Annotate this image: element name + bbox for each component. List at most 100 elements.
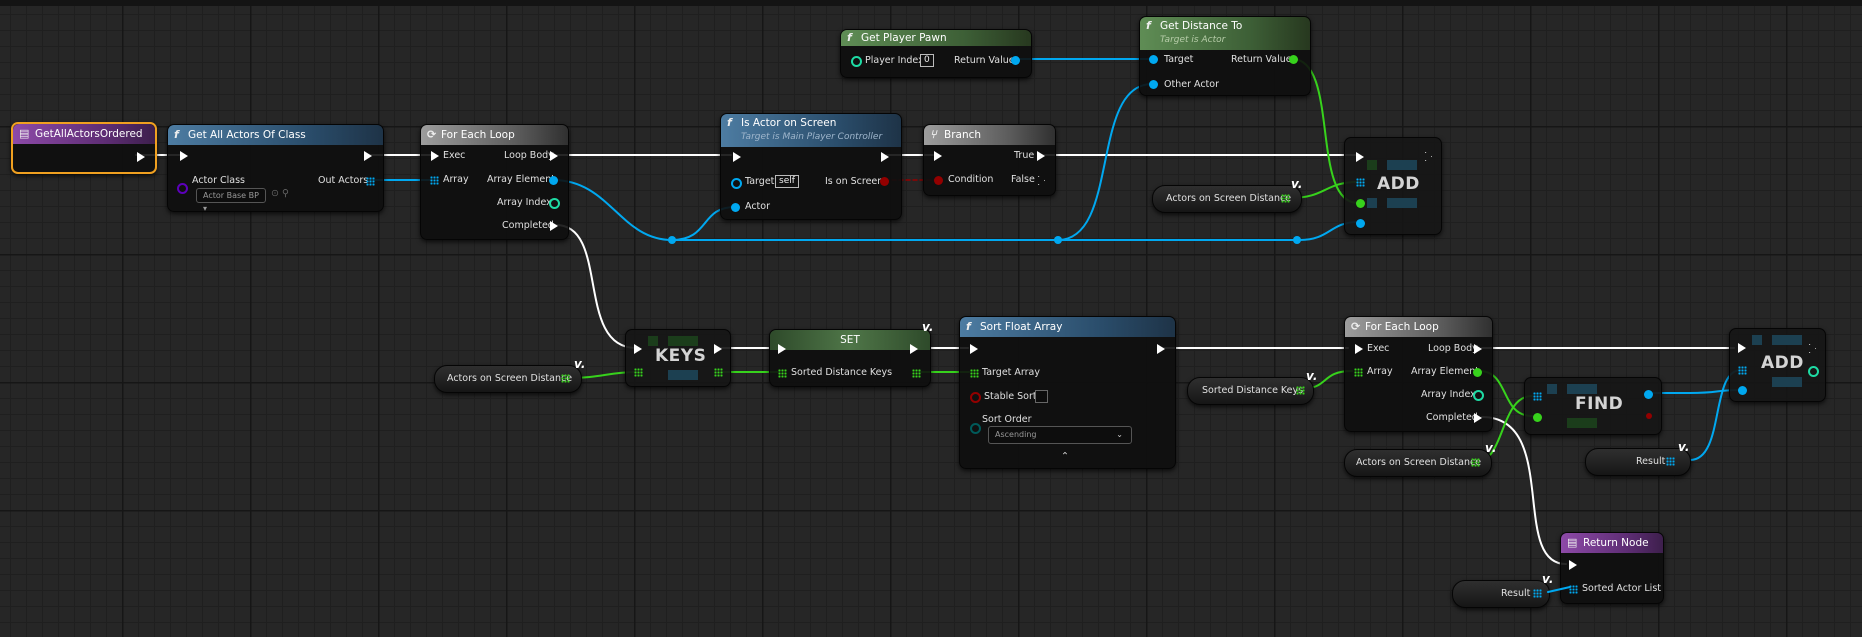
return-value-pin[interactable] [1289,55,1298,64]
variable-get-node[interactable]: Actors on Screen Distance v. [434,357,585,393]
target-self-input[interactable]: self [775,175,799,188]
stable-sort-checkbox[interactable] [1035,390,1048,403]
variable-get-node[interactable]: Result v. [1452,572,1553,608]
condition-pin[interactable] [934,176,943,185]
exec-in-pin[interactable] [1569,560,1577,570]
node-title: Is Actor on Screen [741,117,837,129]
get-distance-to-node[interactable]: f Get Distance To Target is Actor Target… [1139,16,1311,96]
target-array-pin[interactable] [1738,366,1747,375]
actor-class-dropdown[interactable]: Actor Base BP ▾ [196,188,266,213]
other-actor-pin[interactable] [1149,80,1158,89]
actor-pin[interactable] [731,203,740,212]
out-actors-pin[interactable] [366,177,375,186]
completed-pin[interactable] [1474,413,1482,423]
variable-pin[interactable] [1471,458,1480,467]
sort-order-pin[interactable] [970,423,981,434]
player-index-input[interactable]: 0 [920,54,934,67]
array-pin[interactable] [1354,368,1363,377]
exec-in-pin[interactable] [934,151,942,161]
player-index-pin[interactable] [851,56,862,67]
return-value-pin[interactable] [1011,56,1020,65]
map-find-node[interactable]: FIND [1524,377,1662,435]
found-pin[interactable] [1646,413,1652,419]
key-pin[interactable] [1533,413,1542,422]
new-item-pin[interactable] [1738,386,1747,395]
target-map-pin[interactable] [634,368,643,377]
exec-in-pin[interactable] [634,344,642,354]
exec-out-pin[interactable] [1809,344,1816,353]
variable-pin[interactable] [1533,589,1542,598]
true-pin[interactable] [1037,151,1045,161]
sort-order-dropdown[interactable]: Ascending ⌄ [988,426,1132,444]
target-array-pin[interactable] [970,369,979,378]
sort-float-array-node[interactable]: f Sort Float Array Target Array Stable S… [959,316,1176,469]
exec-in-pin[interactable] [1738,343,1746,353]
exec-out-pin[interactable] [910,344,918,354]
key-pin[interactable] [1356,199,1365,208]
variable-pin[interactable] [1666,457,1675,466]
value-out-pin[interactable] [1644,390,1653,399]
exec-out-pin[interactable] [714,344,722,354]
exec-in-pin[interactable] [733,152,741,162]
exec-in-pin[interactable] [1355,344,1363,354]
exec-in-pin[interactable] [778,344,786,354]
sorted-keys-in-pin[interactable] [778,369,787,378]
stable-sort-pin[interactable] [970,392,981,403]
is-actor-on-screen-node[interactable]: f Is Actor on Screen Target is Main Play… [720,113,902,220]
set-variable-node[interactable]: SET v. Sorted Distance Keys [769,320,933,387]
actor-class-pin[interactable] [177,183,188,194]
sorted-actor-list-pin[interactable] [1569,585,1578,594]
false-pin[interactable] [1038,176,1045,185]
exec-out-pin[interactable] [364,151,372,161]
sorted-keys-out-pin[interactable] [912,369,921,378]
map-keys-node[interactable]: KEYS [625,329,731,387]
get-all-actors-of-class-node[interactable]: f Get All Actors Of Class Actor Class Ac… [167,124,384,213]
for-each-loop-node[interactable]: ⟳ For Each Loop Exec Array Loop Body Arr… [420,124,569,240]
target-map-pin[interactable] [1533,392,1542,401]
is-on-screen-pin[interactable] [880,177,889,186]
exec-in-pin[interactable] [180,151,188,161]
target-pin[interactable] [1149,55,1158,64]
return-node[interactable]: ▤ Return Node Sorted Actor List [1560,532,1664,604]
exec-out-pin[interactable] [1425,152,1432,161]
variable-get-node[interactable]: Sorted Distance Keys v. [1187,369,1317,405]
exec-out-pin[interactable] [1157,344,1165,354]
browse-icon[interactable]: ⊙ ⚲ [271,188,289,199]
exec-out-pin[interactable] [137,152,145,162]
return-value-label: Return Value [1231,54,1292,65]
variable-pin[interactable] [1281,194,1290,203]
array-index-pin[interactable] [549,198,560,209]
array-pin[interactable] [430,176,439,185]
completed-pin[interactable] [550,221,558,231]
map-add-node[interactable]: ADD [1344,137,1442,235]
collapse-chevron-icon[interactable]: ⌃ [1061,451,1069,462]
variable-pin[interactable] [1296,386,1305,395]
sorted-keys-label: Sorted Distance Keys [791,367,893,378]
blueprint-graph[interactable]: ▤ GetAllActorsOrdered f Get All Actors O… [0,0,1862,637]
value-pin[interactable] [1356,219,1365,228]
target-map-pin[interactable] [1356,178,1365,187]
variable-icon: v. [1678,440,1690,454]
exec-in-pin[interactable] [970,344,978,354]
array-add-node[interactable]: ADD [1729,328,1826,402]
target-pin[interactable] [731,178,742,189]
variable-pin[interactable] [561,374,570,383]
array-element-pin[interactable] [1473,368,1482,377]
exec-label: Exec [443,150,466,161]
variable-get-node[interactable]: Actors on Screen Distance v. [1344,441,1496,477]
loop-body-pin[interactable] [1474,344,1482,354]
keys-out-pin[interactable] [714,368,723,377]
loop-body-pin[interactable] [550,151,558,161]
exec-in-pin[interactable] [1356,152,1364,162]
variable-get-node[interactable]: Actors on Screen Distance v. [1152,177,1302,213]
event-node[interactable]: ▤ GetAllActorsOrdered [11,122,157,174]
exec-out-pin[interactable] [881,152,889,162]
index-out-pin[interactable] [1808,366,1819,377]
for-each-loop-node[interactable]: ⟳ For Each Loop Exec Array Loop Body Arr… [1344,316,1493,432]
array-index-pin[interactable] [1473,390,1484,401]
branch-node[interactable]: ⑂ Branch True Condition False [923,124,1056,196]
variable-get-node[interactable]: Result v. [1585,440,1691,476]
array-element-pin[interactable] [549,176,558,185]
exec-in-pin[interactable] [431,151,439,161]
get-player-pawn-node[interactable]: f Get Player Pawn Player Index 0 Return … [840,29,1032,78]
